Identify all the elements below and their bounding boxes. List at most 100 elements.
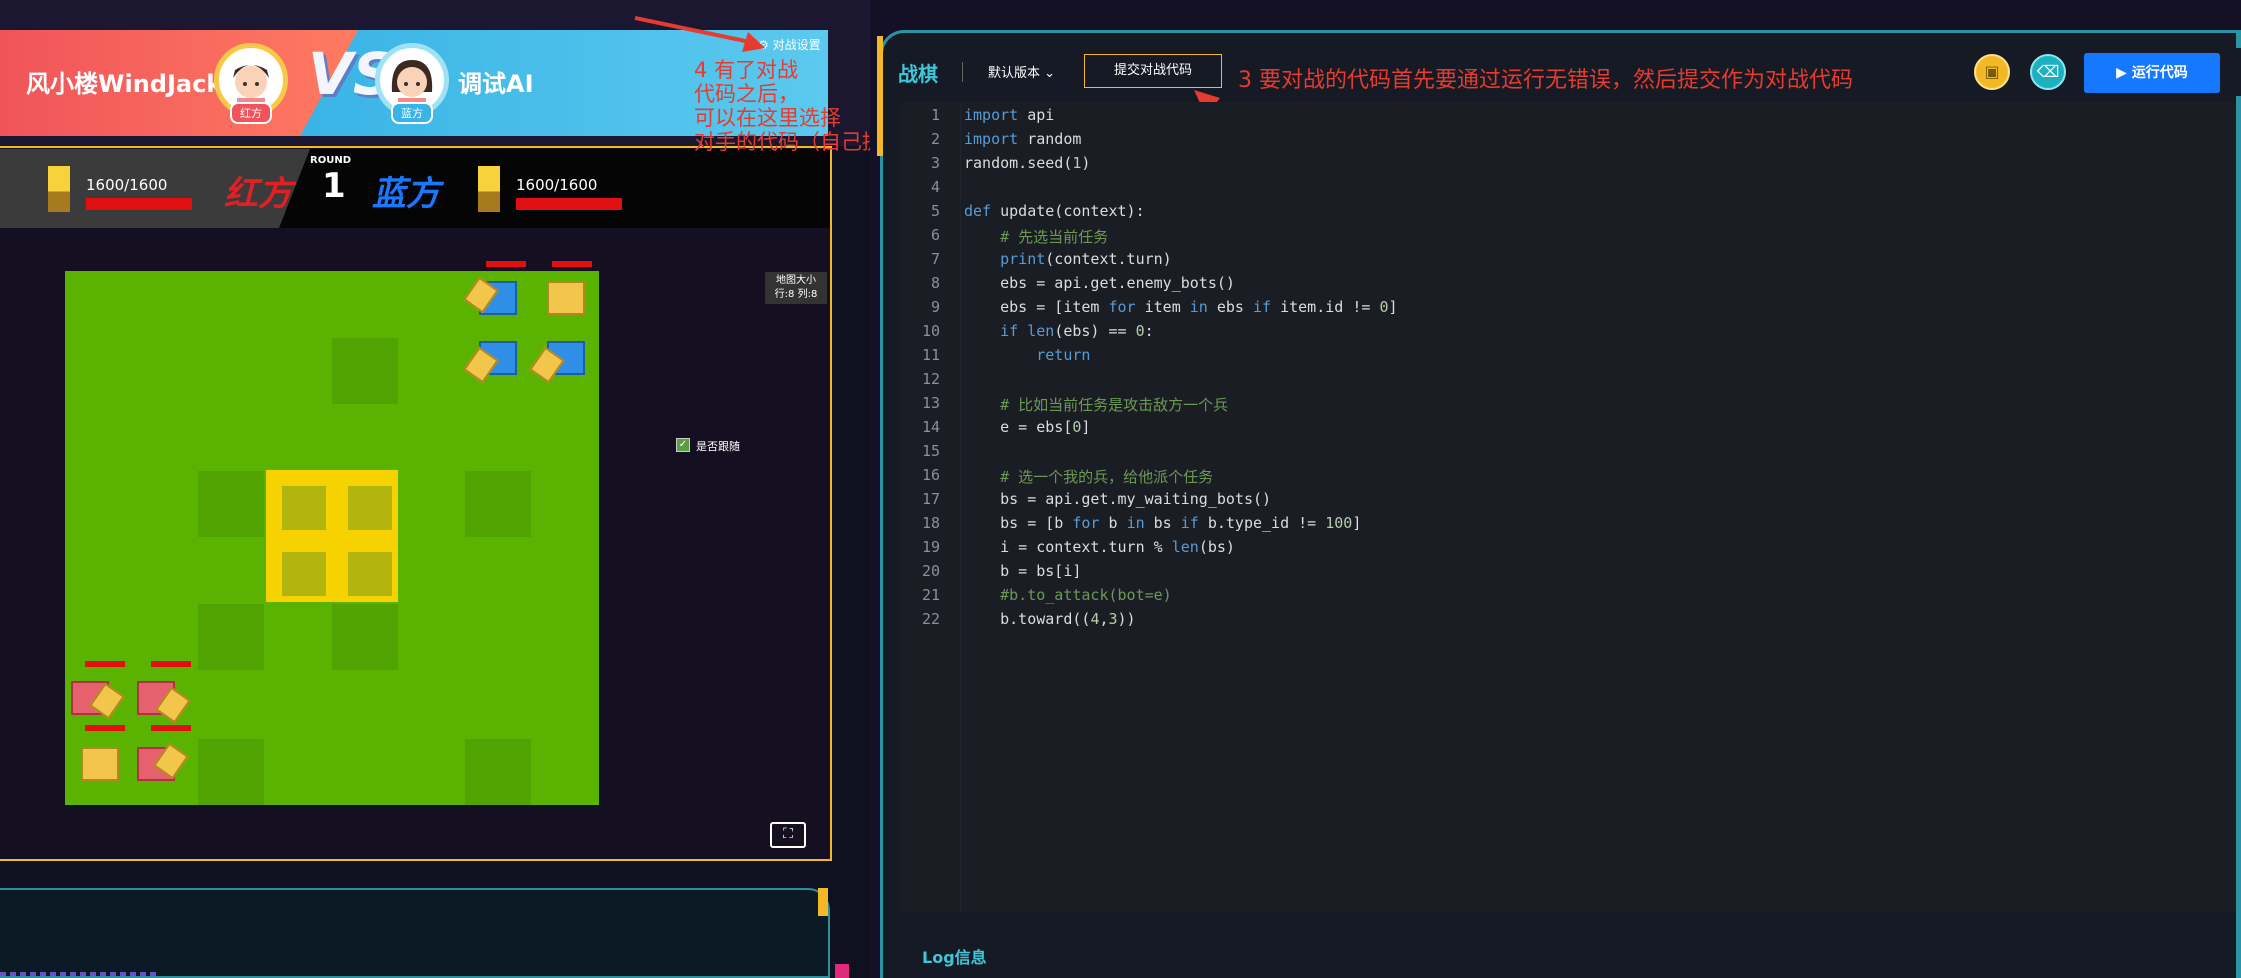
- line-number: 4: [930, 178, 940, 196]
- red-avatar-tag: 红方: [230, 102, 272, 124]
- map-tile: [332, 338, 398, 404]
- code-line[interactable]: ebs = api.get.enemy_bots(): [964, 274, 1235, 292]
- code-line[interactable]: ebs = [item for item in ebs if item.id !…: [964, 298, 1397, 316]
- gutter-divider: [960, 102, 961, 912]
- blue-player-name: 调试AI: [458, 70, 534, 98]
- map-size-value: 行:8 列:8: [774, 289, 818, 300]
- line-number: 11: [921, 346, 940, 364]
- blue-hp-text: 1600/1600: [516, 176, 598, 194]
- unit-hp-bar: [151, 725, 191, 731]
- red-hp-bar: [86, 198, 192, 210]
- line-number: 20: [921, 562, 940, 580]
- line-number: 3: [930, 154, 940, 172]
- game-map[interactable]: [65, 261, 599, 805]
- unit-hp-bar: [552, 261, 592, 267]
- code-line[interactable]: e = ebs[0]: [964, 418, 1090, 436]
- line-number: 19: [921, 538, 940, 556]
- red-tower-unit[interactable]: [75, 737, 125, 787]
- blue-archer-unit[interactable]: [463, 271, 523, 321]
- round-number: 1: [322, 166, 346, 206]
- log-title: Log信息: [922, 948, 987, 967]
- code-line[interactable]: import api: [964, 106, 1054, 124]
- pink-marker: [835, 964, 849, 978]
- code-line[interactable]: # 比如当前任务是攻击敌方一个兵: [964, 394, 1228, 415]
- code-line[interactable]: random.seed(1): [964, 154, 1090, 172]
- run-code-label: 运行代码: [2131, 65, 2188, 81]
- run-code-button[interactable]: ▶ 运行代码: [2084, 53, 2220, 93]
- base-cell: [343, 481, 397, 535]
- unit-hp-bar: [85, 661, 125, 667]
- editor-edge-accent: [2236, 30, 2241, 978]
- code-line[interactable]: return: [964, 346, 1090, 364]
- blue-avatar-tag: 蓝方: [391, 102, 433, 124]
- line-number: 1: [930, 106, 940, 124]
- code-line[interactable]: def update(context):: [964, 202, 1145, 220]
- code-line[interactable]: #b.to_attack(bot=e): [964, 586, 1172, 604]
- blue-tower-unit[interactable]: [541, 271, 591, 321]
- line-number: 10: [921, 322, 940, 340]
- fullscreen-button[interactable]: ⛶: [770, 822, 806, 848]
- line-number: 14: [921, 418, 940, 436]
- editor-frame-accent: [877, 36, 883, 156]
- unit-hp-bar: [85, 725, 125, 731]
- code-line[interactable]: bs = [b for b in bs if b.type_id != 100]: [964, 514, 1361, 532]
- line-number: 22: [921, 610, 940, 628]
- map-tile: [198, 739, 264, 805]
- code-line[interactable]: import random: [964, 130, 1081, 148]
- code-line[interactable]: # 选一个我的兵，给他派个任务: [964, 466, 1213, 487]
- line-number: 12: [921, 370, 940, 388]
- code-line[interactable]: # 先选当前任务: [964, 226, 1108, 247]
- save-icon: ▣: [1984, 62, 2000, 81]
- map-tile: [465, 739, 531, 805]
- code-line[interactable]: b.toward((4,3)): [964, 610, 1135, 628]
- map-size-badge: 地图大小 行:8 列:8: [765, 272, 827, 304]
- follow-label: 是否跟随: [696, 440, 740, 453]
- line-number: 8: [930, 274, 940, 292]
- line-number: 17: [921, 490, 940, 508]
- annotation-note-3: 3 要对战的代码首先要通过运行无错误，然后提交作为对战代码: [1238, 68, 1853, 93]
- code-line[interactable]: bs = api.get.my_waiting_bots(): [964, 490, 1271, 508]
- version-select[interactable]: 默认版本 ⌄: [988, 62, 1055, 81]
- code-line[interactable]: if len(ebs) == 0:: [964, 322, 1154, 340]
- red-tower-icon: [48, 166, 70, 212]
- unit-hp-bar: [486, 261, 526, 267]
- map-size-label: 地图大小: [776, 275, 816, 286]
- code-line[interactable]: b = bs[i]: [964, 562, 1081, 580]
- code-line[interactable]: print(context.turn): [964, 250, 1172, 268]
- map-tile: [465, 471, 531, 537]
- blue-hp-bar: [516, 198, 622, 210]
- log-panel: [900, 912, 2236, 978]
- red-archer-unit[interactable]: [131, 737, 189, 787]
- blue-side-label: 蓝方: [372, 174, 440, 214]
- battle-settings-label: 对战设置: [772, 38, 821, 52]
- base-cell: [277, 547, 331, 601]
- center-base: [266, 470, 398, 602]
- base-cell: [277, 481, 331, 535]
- submit-battle-code-button[interactable]: 提交对战代码: [1084, 54, 1222, 88]
- chevron-down-icon: ⌄: [1044, 66, 1056, 81]
- base-cell: [343, 547, 397, 601]
- line-number: 5: [930, 202, 940, 220]
- toolbar-divider: [962, 62, 963, 82]
- save-button[interactable]: ▣: [1974, 54, 2010, 90]
- panel-accent: [818, 888, 828, 916]
- line-number: 15: [921, 442, 940, 460]
- round-label: ROUND: [310, 155, 351, 166]
- clear-button[interactable]: ⌫: [2030, 54, 2066, 90]
- map-tile: [198, 604, 264, 670]
- red-shield-unit[interactable]: [131, 671, 191, 724]
- red-player-name: 风小楼WindJack: [26, 70, 223, 98]
- red-sword-unit[interactable]: [65, 671, 125, 721]
- play-icon: ▶: [2116, 65, 2132, 81]
- line-number: 16: [921, 466, 940, 484]
- blue-shield-unit[interactable]: [463, 331, 523, 384]
- annotation-arrow: [634, 16, 765, 52]
- version-select-label: 默认版本: [988, 66, 1041, 81]
- line-number: 18: [921, 514, 940, 532]
- code-line[interactable]: i = context.turn % len(bs): [964, 538, 1235, 556]
- follow-checkbox[interactable]: ✓: [676, 438, 690, 452]
- panel-strip: [0, 972, 160, 976]
- blue-sword-unit[interactable]: [529, 331, 591, 384]
- line-number: 6: [930, 226, 940, 244]
- app-title: 战棋: [898, 62, 938, 86]
